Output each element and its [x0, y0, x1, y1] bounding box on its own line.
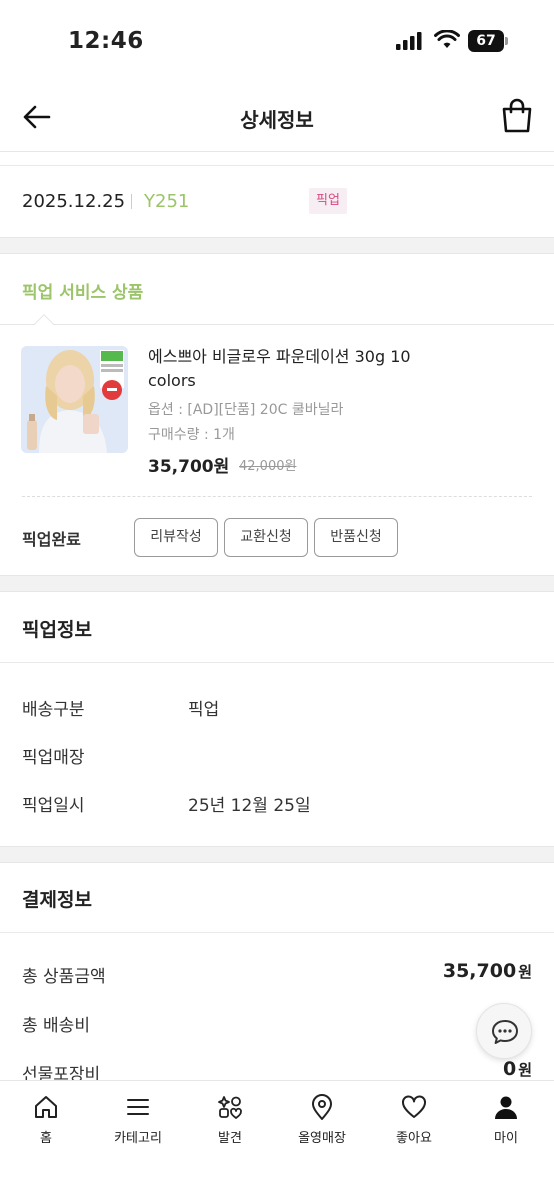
product-price: 35,700원 — [148, 457, 230, 477]
section-gap — [0, 575, 554, 592]
pickup-date-label: 픽업일시 — [22, 796, 85, 816]
nav-store[interactable]: 올영매장 — [276, 1093, 368, 1146]
dashed-divider — [22, 496, 532, 497]
speech-notch — [34, 314, 54, 334]
nav-label: 좋아요 — [396, 1131, 432, 1146]
nav-home[interactable]: 홈 — [0, 1093, 92, 1146]
order-date: 2025.12.25 — [22, 191, 126, 212]
pickup-badge: 픽업 — [309, 188, 347, 214]
nav-label: 올영매장 — [298, 1131, 346, 1146]
nav-discover[interactable]: 발견 — [184, 1093, 276, 1146]
status-time: 12:46 — [68, 28, 144, 54]
pickup-date-value: 25년 12월 25일 — [188, 796, 311, 816]
delivery-type-label: 배송구분 — [22, 700, 85, 720]
battery-level: 67 — [468, 30, 504, 52]
status-bar: 12:46 67 — [0, 0, 554, 82]
location-pin-icon — [312, 1094, 332, 1120]
section-gap — [0, 237, 554, 254]
bottom-navigation: 홈 카테고리 발견 올영매장 좋아요 마이 — [0, 1080, 554, 1200]
order-number: Y251 — [144, 191, 190, 212]
page-title: 상세정보 — [240, 108, 314, 132]
menu-icon — [127, 1099, 149, 1115]
pickup-status: 픽업완료 — [22, 530, 81, 549]
separator — [131, 194, 132, 209]
divider — [0, 662, 554, 663]
payment-info-title: 결제정보 — [22, 889, 92, 911]
pickup-service-title: 픽업 서비스 상품 — [22, 283, 144, 303]
pickup-info-title: 픽업정보 — [22, 619, 92, 641]
chat-bubble-icon — [492, 1020, 518, 1044]
divider — [0, 932, 554, 933]
home-icon — [35, 1096, 57, 1118]
total-product-amount-value: 35,700 원 — [443, 960, 532, 982]
total-shipping-label: 총 배송비 — [22, 1016, 90, 1036]
nav-category[interactable]: 카테고리 — [92, 1093, 184, 1146]
discover-icon — [218, 1096, 242, 1119]
nav-label: 발견 — [218, 1131, 242, 1146]
battery-icon: 67 — [468, 30, 508, 52]
product-image[interactable] — [21, 346, 128, 453]
amount-number: 0 — [502, 1058, 517, 1080]
section-gap — [0, 846, 554, 863]
nav-label: 홈 — [40, 1131, 52, 1146]
divider — [0, 165, 554, 166]
divider — [0, 324, 554, 325]
chat-button[interactable] — [476, 1003, 532, 1059]
exchange-request-button[interactable]: 교환신청 — [224, 518, 308, 557]
product-option: 옵션 : [AD][단품] 20C 쿨바닐라 — [148, 402, 344, 418]
delivery-type-value: 픽업 — [188, 700, 220, 720]
top-app-bar: 상세정보 — [0, 82, 554, 152]
amount-number: 35,700 — [442, 960, 517, 982]
nav-my[interactable]: 마이 — [460, 1093, 552, 1146]
total-product-amount-label: 총 상품금액 — [22, 967, 106, 987]
cellular-signal-icon — [396, 32, 422, 50]
pickup-store-label: 픽업매장 — [22, 748, 85, 768]
product-quantity: 구매수량 : 1개 — [148, 427, 235, 443]
product-original-price: 42,000원 — [239, 459, 297, 474]
gift-wrap-value: 0원 — [503, 1058, 532, 1080]
person-icon — [495, 1096, 517, 1119]
nav-label: 마이 — [494, 1131, 518, 1146]
return-request-button[interactable]: 반품신청 — [314, 518, 398, 557]
shopping-bag-icon[interactable] — [500, 98, 534, 134]
amount-unit: 원 — [518, 963, 532, 981]
nav-label: 카테고리 — [114, 1131, 162, 1146]
product-name[interactable]: 에스쁘아 비글로우 파운데이션 30g 10 colors — [148, 345, 438, 393]
write-review-button[interactable]: 리뷰작성 — [134, 518, 218, 557]
nav-likes[interactable]: 좋아요 — [368, 1093, 460, 1146]
wifi-icon — [434, 30, 460, 48]
amount-unit: 원 — [518, 1061, 532, 1079]
heart-icon — [402, 1095, 426, 1118]
